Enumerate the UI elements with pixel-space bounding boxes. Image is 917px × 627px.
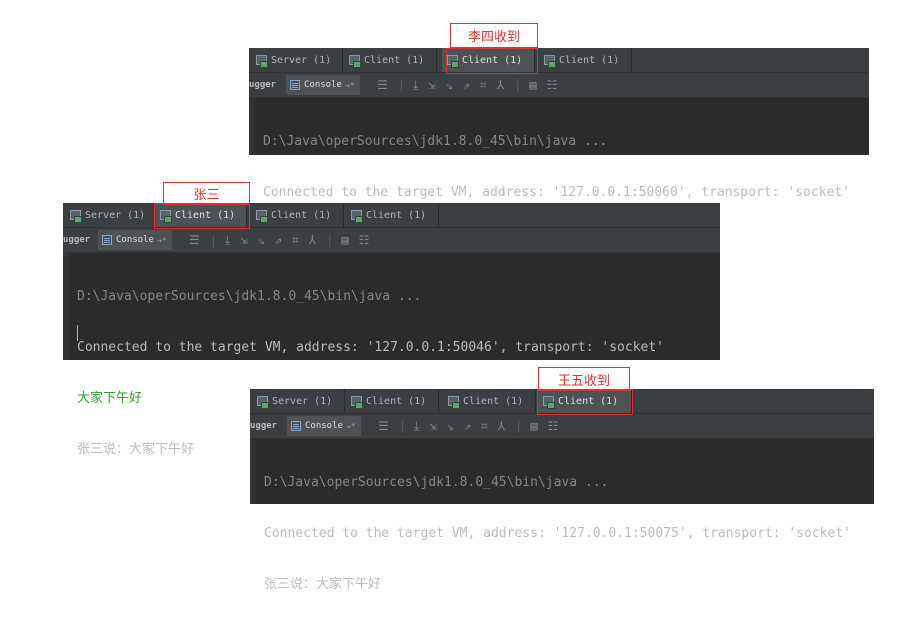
toolbar-separator: | bbox=[515, 419, 523, 433]
pin-icon: →* bbox=[345, 421, 356, 431]
annotation-highlight-middle bbox=[154, 203, 250, 229]
tab-server[interactable]: Server (1) bbox=[65, 203, 155, 227]
force-step-into-icon[interactable]: ⇘ bbox=[447, 420, 454, 432]
console-line-command: D:\Java\operSources\jdk1.8.0_45\bin\java… bbox=[263, 134, 608, 149]
step-over-icon[interactable]: ⤓ bbox=[413, 79, 418, 91]
step-list-icon[interactable]: ☰ bbox=[378, 420, 389, 432]
console-output[interactable]: D:\Java\operSources\jdk1.8.0_45\bin\java… bbox=[250, 439, 874, 592]
console-tab[interactable]: Console →* bbox=[287, 416, 361, 436]
step-list-icon[interactable]: ☰ bbox=[377, 79, 388, 91]
tab-client-3[interactable]: Client (1) bbox=[346, 203, 439, 227]
console-toolbar: ugger Console →* ☰ | ⤓ ⇲ ⇘ ⇗ ⌗ ⅄ | ▤ ☷ bbox=[249, 73, 869, 98]
console-line-command: D:\Java\operSources\jdk1.8.0_45\bin\java… bbox=[77, 289, 422, 304]
console-line-message: 张三说：大家下午好 bbox=[264, 577, 382, 592]
toolbar-separator: | bbox=[397, 78, 405, 92]
console-icon bbox=[290, 80, 300, 90]
tab-client-1[interactable]: Client (1) bbox=[346, 389, 439, 413]
console-tab[interactable]: Console →* bbox=[286, 75, 360, 95]
text-caret bbox=[77, 325, 78, 341]
run-tabbar: Server (1) Client (1) Client (1) Client … bbox=[249, 48, 869, 73]
toolbar-icons: ☰ | ⤓ ⇲ ⇘ ⇗ ⌗ ⅄ | ▤ ☷ bbox=[378, 414, 568, 438]
run-config-icon bbox=[349, 54, 361, 68]
force-step-into-icon[interactable]: ⇘ bbox=[258, 234, 265, 246]
console-gutter bbox=[249, 98, 255, 155]
step-into-icon[interactable]: ⇲ bbox=[240, 234, 247, 246]
console-gutter bbox=[63, 253, 69, 360]
step-out-icon[interactable]: ⇗ bbox=[463, 79, 470, 91]
drop-frame-icon[interactable]: ⌗ bbox=[292, 234, 299, 246]
console-output[interactable]: D:\Java\operSources\jdk1.8.0_45\bin\java… bbox=[249, 98, 869, 251]
run-config-icon bbox=[351, 395, 363, 409]
evaluate-icon[interactable]: ▤ bbox=[530, 420, 537, 432]
console-gutter bbox=[250, 439, 256, 504]
console-tab[interactable]: Console →* bbox=[98, 230, 172, 250]
console-panel-top: Server (1) Client (1) Client (1) Client … bbox=[249, 48, 869, 251]
run-to-cursor-icon[interactable]: ⅄ bbox=[309, 234, 316, 246]
drop-frame-icon[interactable]: ⌗ bbox=[481, 420, 488, 432]
debugger-tab-fragment[interactable]: ugger bbox=[63, 228, 90, 252]
drop-frame-icon[interactable]: ⌗ bbox=[480, 79, 487, 91]
step-out-icon[interactable]: ⇗ bbox=[275, 234, 282, 246]
run-to-cursor-icon[interactable]: ⅄ bbox=[497, 79, 504, 91]
toolbar-separator: | bbox=[398, 419, 406, 433]
pin-icon: →* bbox=[344, 80, 355, 90]
toolbar-icons: ☰ | ⤓ ⇲ ⇘ ⇗ ⌗ ⅄ | ▤ ☷ bbox=[377, 73, 567, 97]
debugger-tab-fragment[interactable]: ugger bbox=[250, 414, 277, 438]
step-into-icon[interactable]: ⇲ bbox=[428, 79, 435, 91]
annotation-highlight-bottom bbox=[537, 389, 633, 415]
run-config-icon bbox=[448, 395, 460, 409]
step-over-icon[interactable]: ⤓ bbox=[225, 234, 230, 246]
step-over-icon[interactable]: ⤓ bbox=[414, 420, 419, 432]
console-icon bbox=[291, 421, 301, 431]
annotation-bottom: 王五收到 bbox=[538, 367, 630, 391]
annotation-middle: 张三 bbox=[163, 182, 250, 205]
tab-client-2[interactable]: Client (1) bbox=[251, 203, 344, 227]
tab-server[interactable]: Server (1) bbox=[251, 48, 343, 72]
console-line-connected: Connected to the target VM, address: '12… bbox=[263, 185, 850, 200]
toolbar-icons: ☰ | ⤓ ⇲ ⇘ ⇗ ⌗ ⅄ | ▤ ☷ bbox=[189, 228, 379, 252]
step-list-icon[interactable]: ☰ bbox=[189, 234, 200, 246]
console-toolbar: ugger Console →* ☰ | ⤓ ⇲ ⇘ ⇗ ⌗ ⅄ | ▤ ☷ bbox=[63, 228, 720, 253]
debugger-tab-fragment[interactable]: ugger bbox=[249, 73, 276, 97]
run-to-cursor-icon[interactable]: ⅄ bbox=[498, 420, 505, 432]
run-config-icon bbox=[351, 209, 363, 223]
console-toolbar: ugger Console →* ☰ | ⤓ ⇲ ⇘ ⇗ ⌗ ⅄ | ▤ ☷ bbox=[250, 414, 874, 439]
console-icon bbox=[102, 235, 112, 245]
console-line-command: D:\Java\operSources\jdk1.8.0_45\bin\java… bbox=[264, 475, 609, 490]
evaluate-icon[interactable]: ▤ bbox=[529, 79, 536, 91]
step-into-icon[interactable]: ⇲ bbox=[429, 420, 436, 432]
tab-server[interactable]: Server (1) bbox=[252, 389, 345, 413]
frames-icon[interactable]: ☷ bbox=[548, 420, 559, 432]
console-line-connected: Connected to the target VM, address: '12… bbox=[264, 526, 851, 541]
run-config-icon bbox=[70, 209, 82, 223]
tab-client-2[interactable]: Client (1) bbox=[443, 389, 536, 413]
frames-icon[interactable]: ☷ bbox=[547, 79, 558, 91]
run-config-icon bbox=[544, 54, 556, 68]
frames-icon[interactable]: ☷ bbox=[359, 234, 370, 246]
toolbar-separator: | bbox=[209, 233, 217, 247]
run-config-icon bbox=[256, 54, 268, 68]
run-config-icon bbox=[256, 209, 268, 223]
evaluate-icon[interactable]: ▤ bbox=[341, 234, 348, 246]
run-config-icon bbox=[257, 395, 269, 409]
tab-client-3[interactable]: Client (1) bbox=[539, 48, 632, 72]
annotation-top: 李四收到 bbox=[450, 23, 538, 48]
annotation-highlight-top bbox=[446, 48, 538, 74]
tab-client-1[interactable]: Client (1) bbox=[344, 48, 437, 72]
toolbar-separator: | bbox=[326, 233, 334, 247]
step-out-icon[interactable]: ⇗ bbox=[464, 420, 471, 432]
toolbar-separator: | bbox=[514, 78, 522, 92]
pin-icon: →* bbox=[156, 235, 167, 245]
console-output[interactable]: D:\Java\operSources\jdk1.8.0_45\bin\java… bbox=[63, 253, 720, 457]
force-step-into-icon[interactable]: ⇘ bbox=[446, 79, 453, 91]
console-line-connected: Connected to the target VM, address: '12… bbox=[77, 340, 664, 355]
